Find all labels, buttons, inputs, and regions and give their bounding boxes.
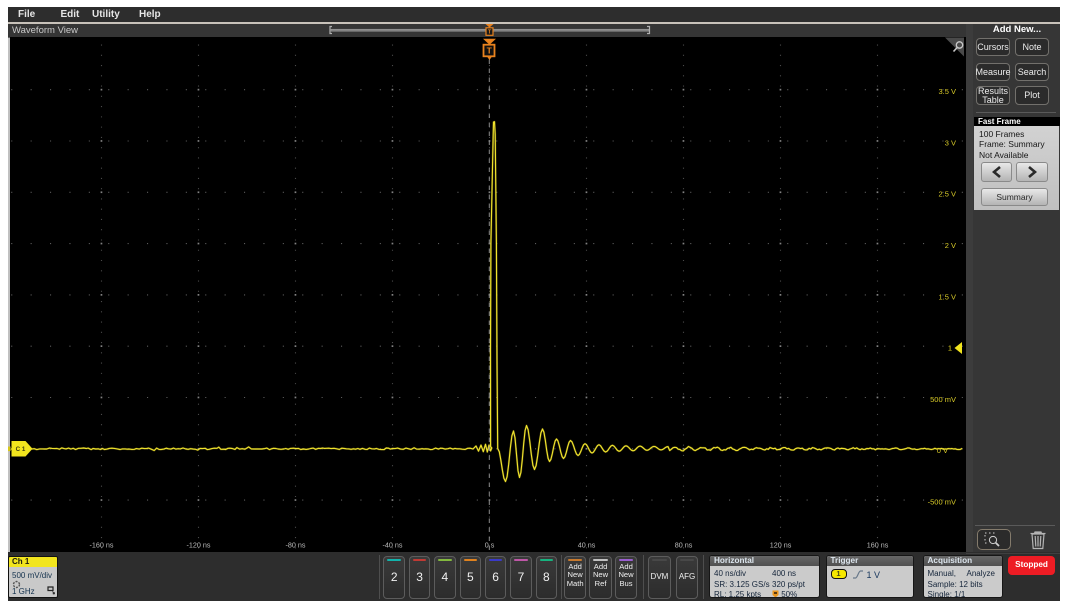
svg-text:0 V: 0 V: [937, 445, 948, 454]
svg-text:1: 1: [948, 343, 952, 352]
svg-text:-40 ns: -40 ns: [383, 540, 403, 549]
svg-text:40 ns: 40 ns: [578, 540, 596, 549]
svg-text:-120 ns: -120 ns: [187, 540, 211, 549]
svg-text:80 ns: 80 ns: [675, 540, 693, 549]
svg-text:-500 mV: -500 mV: [928, 497, 956, 506]
svg-text:T: T: [487, 45, 493, 55]
svg-text:2 V: 2 V: [945, 240, 956, 249]
svg-text:1.5 V: 1.5 V: [938, 292, 956, 301]
svg-text:2.5 V: 2.5 V: [938, 189, 956, 198]
svg-text:-160 ns: -160 ns: [90, 540, 114, 549]
svg-text:3 V: 3 V: [945, 138, 956, 147]
svg-text:160 ns: 160 ns: [867, 540, 889, 549]
svg-text:500 mV: 500 mV: [930, 394, 956, 403]
svg-text:120 ns: 120 ns: [770, 540, 792, 549]
svg-text:C 1: C 1: [16, 446, 26, 453]
svg-text:-80 ns: -80 ns: [286, 540, 306, 549]
svg-text:3.5 V: 3.5 V: [938, 86, 956, 95]
